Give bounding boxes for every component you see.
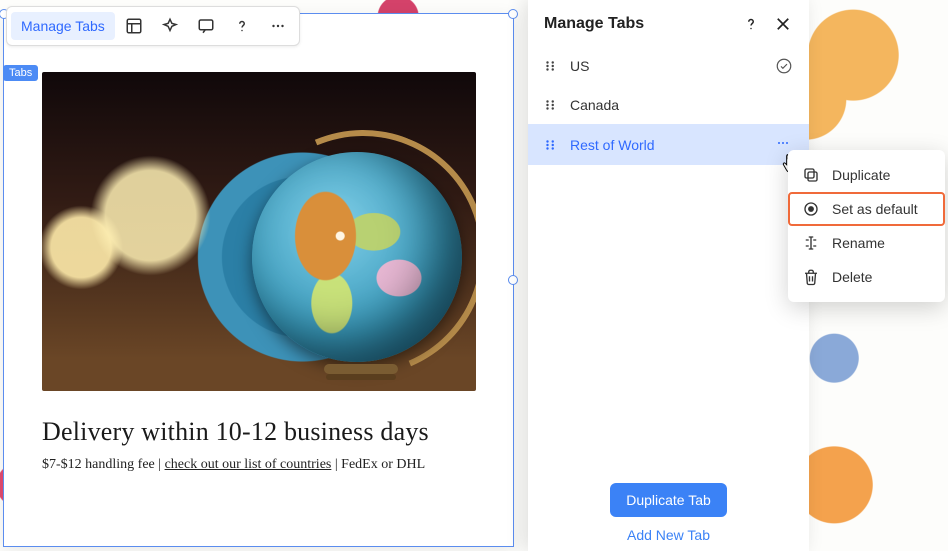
ctx-delete[interactable]: Delete	[788, 260, 945, 294]
tab-row-rest-of-world[interactable]: Rest of World	[528, 124, 809, 165]
tab-content: Delivery within 10-12 business days $7-$…	[4, 48, 513, 497]
hero-image	[42, 72, 476, 391]
ctx-label: Rename	[832, 235, 885, 251]
drag-handle-icon[interactable]	[544, 98, 558, 112]
ctx-set-default[interactable]: Set as default	[788, 192, 945, 226]
more-icon[interactable]	[261, 11, 295, 41]
ctx-rename[interactable]: Rename	[788, 226, 945, 260]
delivery-heading: Delivery within 10-12 business days	[42, 417, 475, 447]
layout-icon[interactable]	[117, 11, 151, 41]
tab-label: Canada	[570, 97, 793, 113]
ctx-label: Duplicate	[832, 167, 890, 183]
panel-help-icon[interactable]	[741, 14, 761, 34]
ctx-label: Delete	[832, 269, 872, 285]
ctx-label: Set as default	[832, 201, 918, 217]
countries-link[interactable]: check out our list of countries	[165, 457, 332, 472]
selection-tag: Tabs	[3, 65, 38, 81]
comment-icon[interactable]	[189, 11, 223, 41]
duplicate-tab-button[interactable]: Duplicate Tab	[610, 483, 727, 517]
subline-after: | FedEx or DHL	[331, 457, 425, 472]
help-icon[interactable]	[225, 11, 259, 41]
tab-row-us[interactable]: US	[528, 46, 809, 86]
manage-tabs-button[interactable]: Manage Tabs	[11, 12, 115, 40]
subline-before: $7-$12 handling fee |	[42, 457, 165, 472]
tabs-selection-frame: Tabs Delivery within 10-12 business days…	[3, 13, 514, 547]
panel-title: Manage Tabs	[544, 15, 644, 33]
tab-row-canada[interactable]: Canada	[528, 86, 809, 124]
ctx-duplicate[interactable]: Duplicate	[788, 158, 945, 192]
selection-tag-label: Tabs	[9, 67, 32, 79]
radio-icon	[802, 200, 820, 218]
delivery-subline: $7-$12 handling fee | check out our list…	[42, 457, 475, 473]
drag-handle-icon[interactable]	[544, 138, 558, 152]
tab-label: Rest of World	[570, 137, 761, 153]
trash-icon	[802, 268, 820, 286]
add-new-tab-button[interactable]: Add New Tab	[627, 527, 710, 543]
drag-handle-icon[interactable]	[544, 59, 558, 73]
manage-tabs-panel: Manage Tabs US Canada	[528, 0, 809, 551]
animation-icon[interactable]	[153, 11, 187, 41]
default-badge-icon	[775, 57, 793, 75]
duplicate-icon	[802, 166, 820, 184]
element-toolbar: Manage Tabs	[6, 6, 300, 46]
tab-list: US Canada Rest of World	[528, 46, 809, 165]
rename-icon	[802, 234, 820, 252]
tab-context-menu: Duplicate Set as default Rename Delete	[788, 150, 945, 302]
tab-label: US	[570, 58, 763, 74]
close-icon[interactable]	[773, 14, 793, 34]
